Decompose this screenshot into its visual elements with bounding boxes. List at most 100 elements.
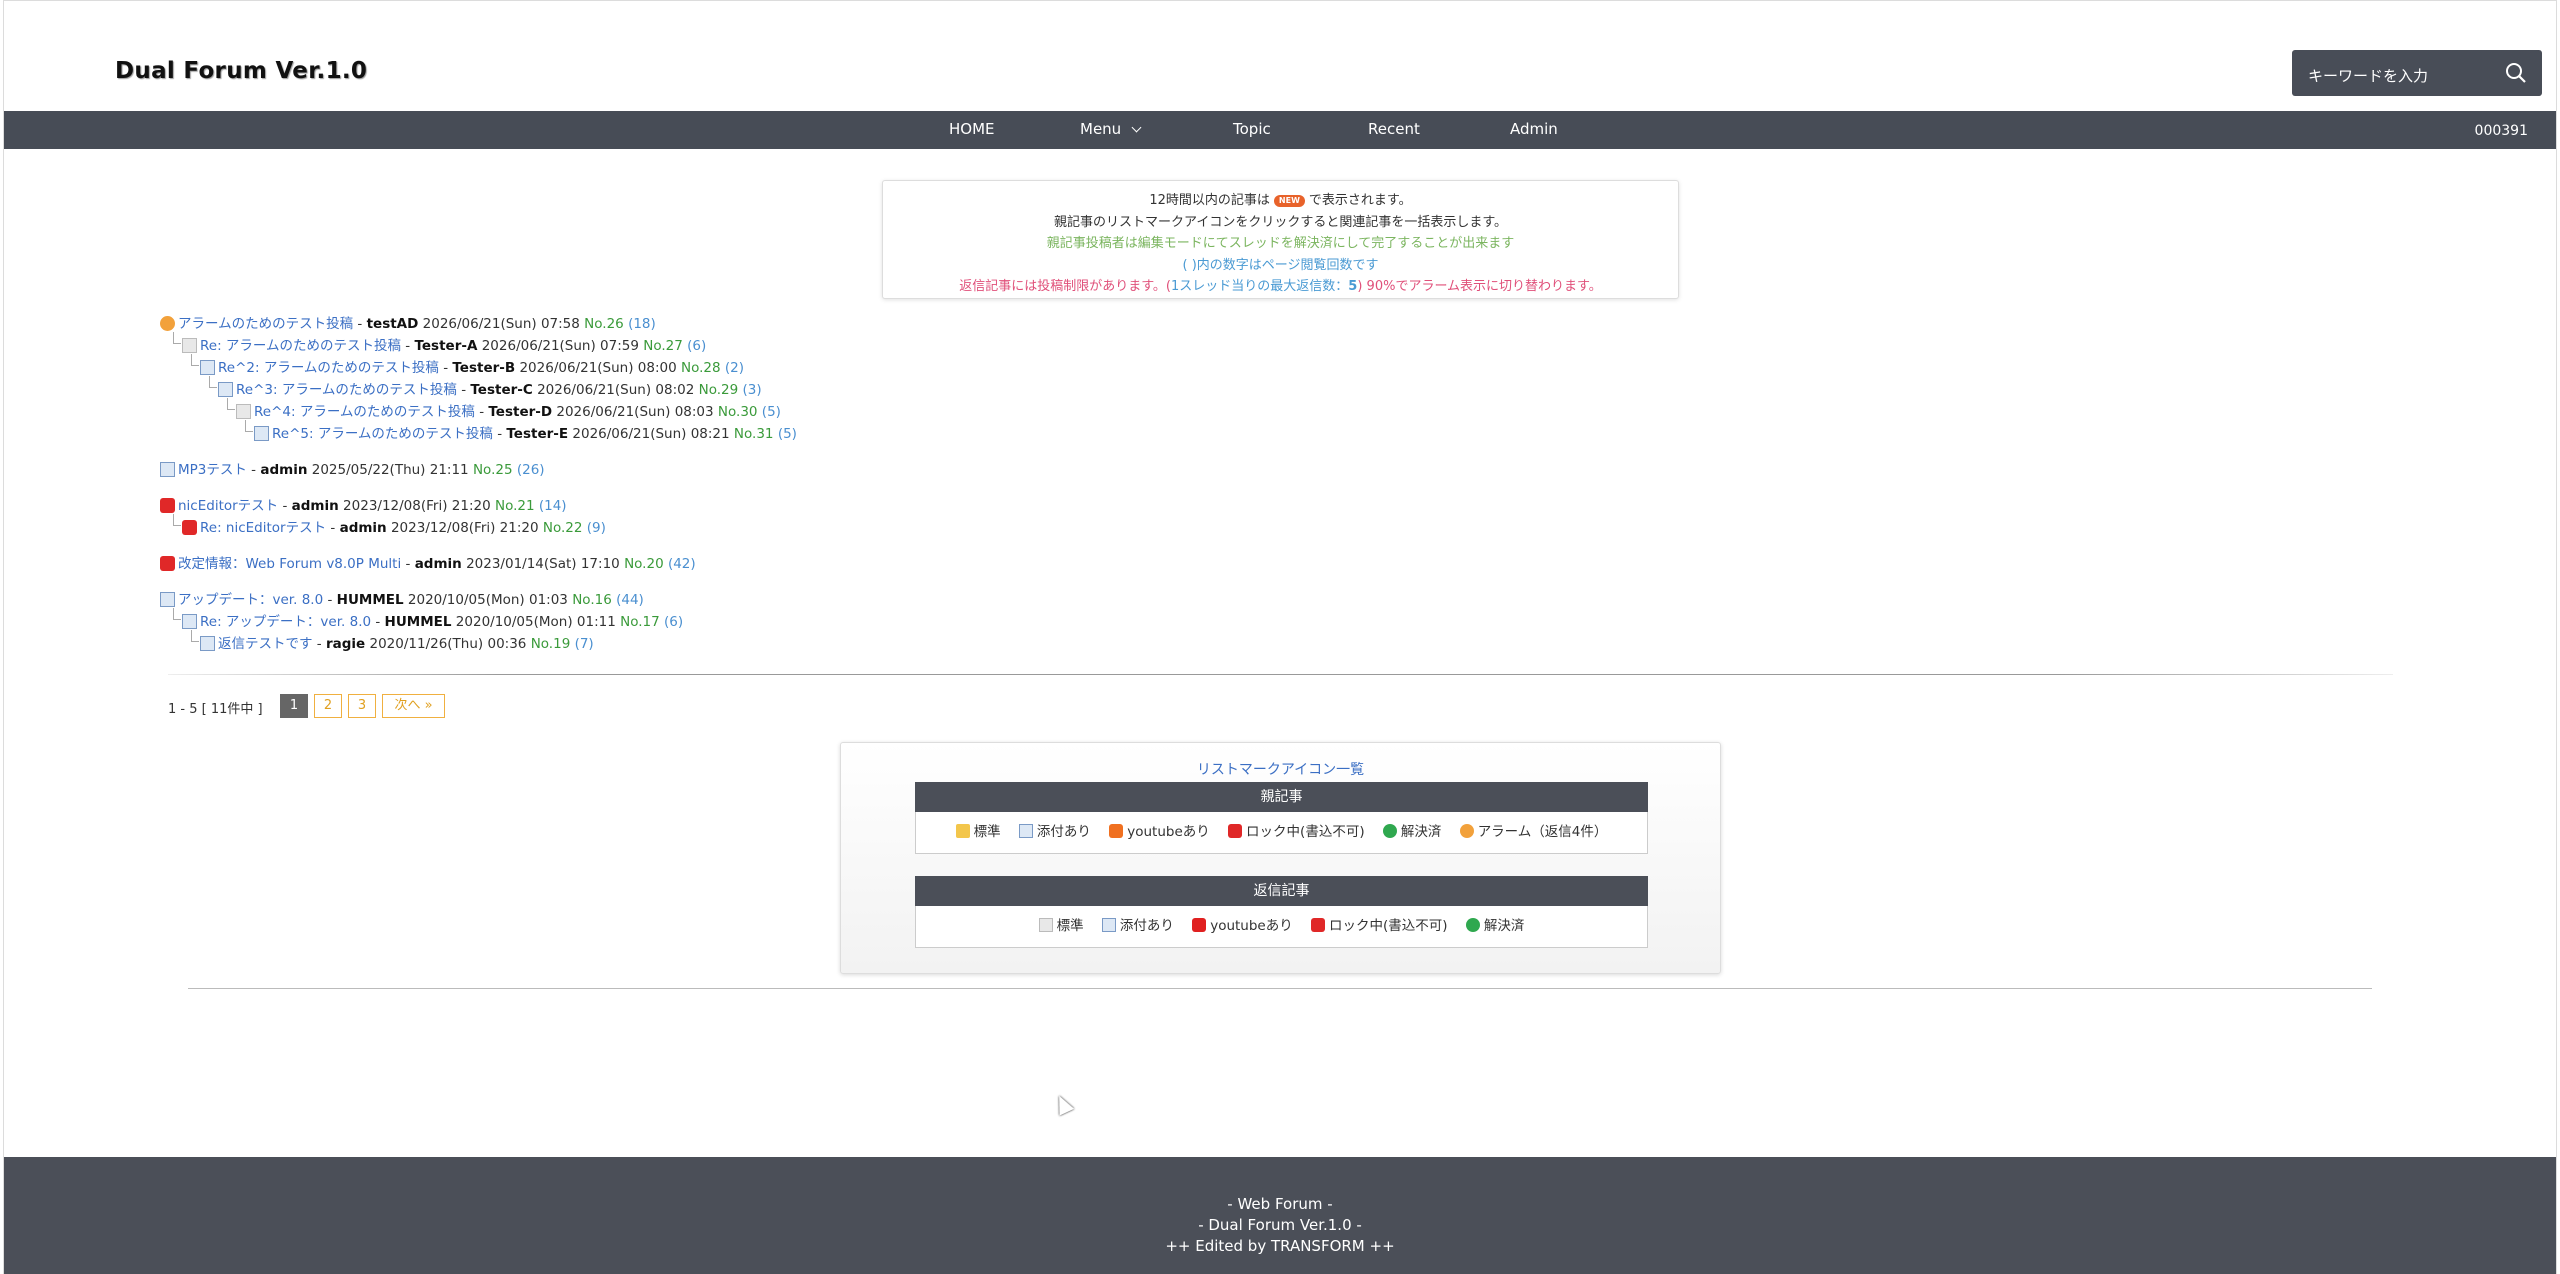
thread-title-link[interactable]: Re: nicEditorテスト xyxy=(200,520,326,536)
thread-title-link[interactable]: Re: アラームのためのテスト投稿 xyxy=(200,338,401,354)
nav-home[interactable]: HOME xyxy=(949,120,995,138)
thread-title-link[interactable]: nicEditorテスト xyxy=(178,498,278,514)
separator: - xyxy=(371,614,385,630)
nav-menu[interactable]: Menu xyxy=(1080,120,1142,138)
attachment-icon[interactable] xyxy=(200,636,215,651)
info-line-1: 12時間以内の記事は NEW で表示されます。 xyxy=(883,190,1678,212)
attachment-icon[interactable] xyxy=(160,462,175,477)
next-page-button[interactable]: 次へ » xyxy=(382,694,445,718)
separator: - xyxy=(401,556,415,572)
document-icon[interactable] xyxy=(182,338,197,353)
thread-date: 2020/10/05(Mon) 01:11 xyxy=(455,614,616,630)
alarm-icon[interactable] xyxy=(160,316,175,331)
view-count: (6) xyxy=(664,614,684,630)
thread-author: HUMMEL xyxy=(384,614,452,630)
thread-title-link[interactable]: Re^5: アラームのためのテスト投稿 xyxy=(272,426,493,442)
legend-divider xyxy=(188,988,2372,989)
separator: - xyxy=(278,498,292,514)
legend-label: 標準 xyxy=(1056,918,1084,934)
page-3-button[interactable]: 3 xyxy=(348,694,376,718)
thread-row: Re^5: アラームのためのテスト投稿 - Tester-E 2026/06/2… xyxy=(254,424,797,444)
thread-row: Re: nicEditorテスト - admin 2023/12/08(Fri)… xyxy=(182,518,606,538)
lock-icon[interactable] xyxy=(160,556,175,571)
attachment-icon xyxy=(1101,918,1116,932)
thread-title-link[interactable]: 改定情報：Web Forum v8.0P Multi xyxy=(178,556,401,572)
attachment-icon[interactable] xyxy=(182,614,197,629)
page-1-button[interactable]: 1 xyxy=(280,694,308,718)
thread-title-link[interactable]: Re^4: アラームのためのテスト投稿 xyxy=(254,404,475,420)
thread-row: Re: アラームのためのテスト投稿 - Tester-A 2026/06/21(… xyxy=(182,336,706,356)
thread-title-link[interactable]: 返信テストです xyxy=(218,636,313,652)
legend-item: 解決済 xyxy=(1465,918,1525,934)
nav-recent[interactable]: Recent xyxy=(1368,120,1420,138)
separator: - xyxy=(474,404,489,420)
nav-admin[interactable]: Admin xyxy=(1510,120,1558,138)
search-icon[interactable] xyxy=(2504,61,2528,85)
thread-number: No.17 xyxy=(620,614,660,630)
tree-connector xyxy=(209,376,217,388)
lock-icon xyxy=(1311,918,1326,932)
attachment-icon[interactable] xyxy=(218,382,233,397)
legend-item: 標準 xyxy=(1038,918,1084,934)
view-count: (9) xyxy=(586,520,606,536)
info-line-4: ( )内の数字はページ閲覧回数です xyxy=(1182,257,1379,273)
legend-parent-items: 標準 添付あり youtubeあり ロック中(書込不可) 解決済 アラーム（返信… xyxy=(915,812,1648,854)
thread-number: No.19 xyxy=(530,636,571,652)
attachment-icon[interactable] xyxy=(254,426,269,441)
legend-label: youtubeあり xyxy=(1127,824,1210,840)
lock-icon[interactable] xyxy=(182,520,197,535)
site-title[interactable]: Dual Forum Ver.1.0 xyxy=(115,58,367,84)
search-box[interactable]: キーワードを入力 xyxy=(2292,50,2542,96)
thread-title-link[interactable]: Re^2: アラームのためのテスト投稿 xyxy=(218,360,439,376)
thread-title-link[interactable]: Re: アップデート：ver. 8.0 xyxy=(200,614,371,630)
page-2-button[interactable]: 2 xyxy=(314,694,342,718)
thread-title-link[interactable]: アップデート：ver. 8.0 xyxy=(178,592,323,608)
legend-item: 解決済 xyxy=(1382,824,1441,840)
legend-label: 解決済 xyxy=(1483,918,1525,934)
thread-date: 2020/10/05(Mon) 01:03 xyxy=(407,592,568,608)
thread-date: 2025/05/22(Thu) 21:11 xyxy=(311,462,469,478)
tree-connector xyxy=(173,608,181,620)
thread-row: アラームのためのテスト投稿 - testAD 2026/06/21(Sun) 0… xyxy=(160,314,656,334)
legend-item: youtubeあり xyxy=(1192,918,1293,934)
thread-number: No.28 xyxy=(681,360,721,376)
thread-row: Re^3: アラームのためのテスト投稿 - Tester-C 2026/06/2… xyxy=(218,380,762,400)
separator: - xyxy=(401,338,415,354)
thread-author: Tester-C xyxy=(470,382,533,398)
nav-topic[interactable]: Topic xyxy=(1233,120,1271,138)
info-line-3: 親記事投稿者は編集モードにてスレッドを解決済にして完了することが出来ます xyxy=(1046,236,1515,252)
search-input[interactable]: キーワードを入力 xyxy=(2308,65,2428,86)
legend-label: 標準 xyxy=(973,824,1001,840)
thread-date: 2026/06/21(Sun) 08:21 xyxy=(572,426,730,442)
legend-reply-items: 標準 添付あり youtubeあり ロック中(書込不可) 解決済 xyxy=(915,906,1648,948)
max-reply-count: 5 xyxy=(1348,279,1358,295)
thread-row: Re: アップデート：ver. 8.0 - HUMMEL 2020/10/05(… xyxy=(182,612,683,632)
thread-title-link[interactable]: アラームのためのテスト投稿 xyxy=(178,316,353,332)
thread-number: No.20 xyxy=(624,556,664,572)
legend-item: 添付あり xyxy=(1101,918,1174,934)
thread-row: Re^4: アラームのためのテスト投稿 - Tester-D 2026/06/2… xyxy=(236,402,781,422)
view-count: (42) xyxy=(667,556,696,572)
separator: - xyxy=(312,636,326,652)
thread-date: 2023/12/08(Fri) 21:20 xyxy=(343,498,491,514)
attachment-icon[interactable] xyxy=(160,592,175,607)
document-icon[interactable] xyxy=(236,404,251,419)
legend-label: アラーム（返信4件） xyxy=(1477,824,1608,840)
separator: - xyxy=(456,382,471,398)
lock-icon[interactable] xyxy=(160,498,175,513)
thread-title-link[interactable]: Re^3: アラームのためのテスト投稿 xyxy=(236,382,457,398)
attachment-icon xyxy=(1018,824,1033,838)
thread-author: Tester-E xyxy=(506,426,569,442)
alarm-icon xyxy=(1459,824,1474,838)
list-divider xyxy=(168,674,2393,675)
thread-author: admin xyxy=(414,556,462,572)
attachment-icon[interactable] xyxy=(200,360,215,375)
lock-icon xyxy=(1228,824,1243,838)
info-text: で表示されます。 xyxy=(1308,193,1412,208)
thread-title-link[interactable]: MP3テスト xyxy=(178,462,247,478)
legend-item: ロック中(書込不可) xyxy=(1311,918,1448,934)
thread-author: Tester-B xyxy=(452,360,516,376)
thread-author: ragie xyxy=(325,636,366,652)
thread-author: admin xyxy=(339,520,387,536)
thread-author: Tester-D xyxy=(488,404,553,420)
